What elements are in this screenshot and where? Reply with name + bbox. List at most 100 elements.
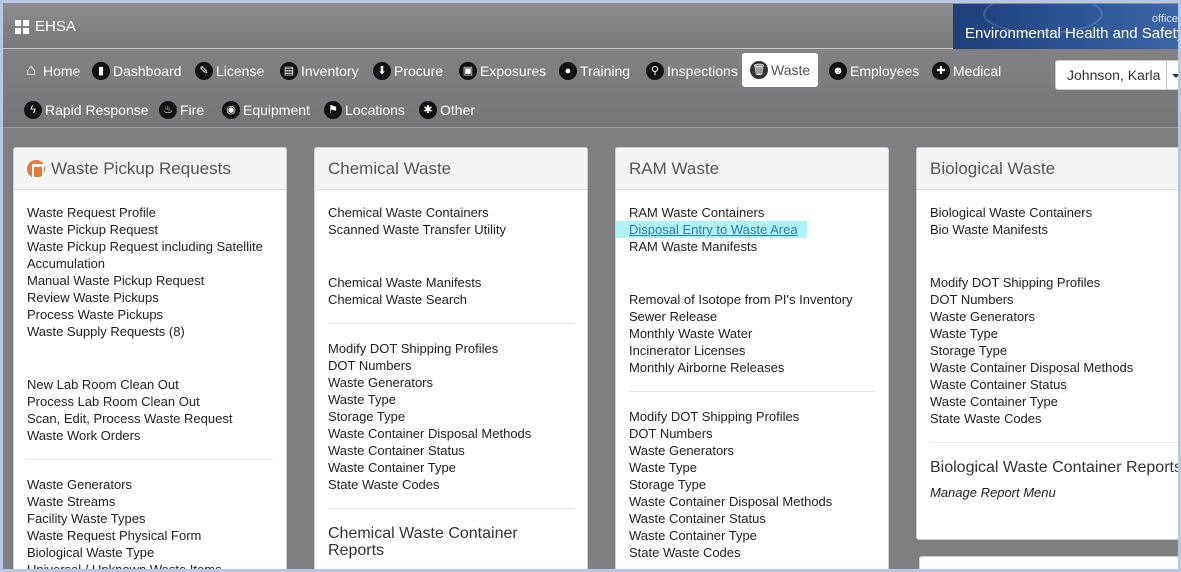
nav-home[interactable]: ⌂ Home [22, 54, 80, 88]
link-scanned-waste-transfer[interactable]: Scanned Waste Transfer Utility [328, 221, 574, 238]
link-dot-numbers[interactable]: DOT Numbers [930, 291, 1178, 308]
link-container-disposal-methods[interactable]: Waste Container Disposal Methods [629, 493, 875, 510]
link-manual-waste-pickup[interactable]: Manual Waste Pickup Request [27, 272, 273, 289]
top-bar: EHSA office Environmental Health and Saf… [3, 3, 1178, 49]
link-container-status[interactable]: Waste Container Status [629, 510, 875, 527]
nav-locations[interactable]: ⚑ Locations [324, 93, 405, 127]
link-modify-dot-shipping[interactable]: Modify DOT Shipping Profiles [328, 340, 574, 357]
link-process-waste-pickups[interactable]: Process Waste Pickups [27, 306, 273, 323]
link-process-lab-room-clean-out[interactable]: Process Lab Room Clean Out [27, 393, 273, 410]
link-waste-type[interactable]: Waste Type [328, 391, 574, 408]
app-brand[interactable]: EHSA [15, 18, 76, 35]
link-removal-of-isotope[interactable]: Removal of Isotope from PI's Inventory [629, 291, 875, 308]
link-container-disposal-methods[interactable]: Waste Container Disposal Methods [930, 359, 1178, 376]
clipboard-icon: ▣ [459, 62, 477, 80]
link-biological-waste-containers[interactable]: Biological Waste Containers [930, 204, 1178, 221]
link-state-waste-codes[interactable]: State Waste Codes [328, 476, 574, 493]
nav-training[interactable]: ● Training [559, 54, 630, 88]
link-ram-waste-manifests[interactable]: RAM Waste Manifests [629, 238, 875, 255]
plus-icon: ✚ [932, 62, 950, 80]
panel-title: Biological Waste [930, 159, 1056, 178]
link-waste-supply-requests[interactable]: Waste Supply Requests (8) [27, 323, 273, 340]
link-state-waste-codes[interactable]: State Waste Codes [930, 410, 1178, 427]
link-waste-type[interactable]: Waste Type [629, 459, 875, 476]
link-new-lab-room-clean-out[interactable]: New Lab Room Clean Out [27, 376, 273, 393]
link-universal-unknown-waste[interactable]: Universal / Unknown Waste Items [27, 561, 273, 569]
link-review-waste-pickups[interactable]: Review Waste Pickups [27, 289, 273, 306]
link-incinerator-licenses[interactable]: Incinerator Licenses [629, 342, 875, 359]
link-storage-type[interactable]: Storage Type [629, 476, 875, 493]
nav-equipment[interactable]: ◉ Equipment [222, 93, 310, 127]
nav-inspections[interactable]: ⚲ Inspections [646, 54, 738, 88]
link-disposal-entry-waste-area[interactable]: Disposal Entry to Waste Area [616, 221, 807, 238]
panel-title: RAM Waste [629, 159, 720, 178]
nav-exposures[interactable]: ▣ Exposures [459, 54, 546, 88]
link-container-type[interactable]: Waste Container Type [930, 393, 1178, 410]
trash-icon: 🗑 [750, 61, 768, 79]
link-modify-dot-shipping[interactable]: Modify DOT Shipping Profiles [629, 408, 875, 425]
link-storage-type[interactable]: Storage Type [328, 408, 574, 425]
link-sewer-release[interactable]: Sewer Release [629, 308, 875, 325]
link-biological-waste-type[interactable]: Biological Waste Type [27, 544, 273, 561]
nav-inventory[interactable]: ▤ Inventory [280, 54, 359, 88]
nav-medical[interactable]: ✚ Medical [932, 54, 1001, 88]
link-ram-waste-containers[interactable]: RAM Waste Containers [629, 204, 875, 221]
nav-waste[interactable]: 🗑 Waste [742, 53, 819, 87]
link-waste-generators[interactable]: Waste Generators [930, 308, 1178, 325]
link-dot-numbers[interactable]: DOT Numbers [328, 357, 574, 374]
link-scan-edit-process[interactable]: Scan, Edit, Process Waste Request [27, 410, 273, 427]
panel-header: Chemical Waste [315, 148, 587, 190]
link-container-disposal-methods[interactable]: Waste Container Disposal Methods [328, 425, 574, 442]
link-chemical-waste-search[interactable]: Chemical Waste Search [328, 291, 574, 308]
link-waste-pickup-satellite[interactable]: Waste Pickup Request including Satellite… [27, 238, 273, 272]
divider [629, 391, 875, 392]
lightning-icon: ϟ [24, 101, 42, 119]
panel-header: RAM Waste [616, 148, 888, 190]
link-container-status[interactable]: Waste Container Status [328, 442, 574, 459]
panel-chemical-waste: Chemical Waste Chemical Waste Containers… [314, 147, 588, 569]
link-waste-generators[interactable]: Waste Generators [629, 442, 875, 459]
link-storage-type[interactable]: Storage Type [930, 342, 1178, 359]
link-waste-request-profile[interactable]: Waste Request Profile [27, 204, 273, 221]
user-menu-button[interactable]: Johnson, Karla [1055, 60, 1178, 90]
link-chemical-waste-containers[interactable]: Chemical Waste Containers [328, 204, 574, 221]
link-monthly-waste-water[interactable]: Monthly Waste Water [629, 325, 875, 342]
link-waste-generators[interactable]: Waste Generators [328, 374, 574, 391]
link-waste-pickup-request[interactable]: Waste Pickup Request [27, 221, 273, 238]
link-waste-request-physical-form[interactable]: Waste Request Physical Form [27, 527, 273, 544]
nav-employees[interactable]: ☻ Employees [829, 54, 919, 88]
link-manage-report-menu[interactable]: Manage Report Menu [930, 484, 1178, 501]
link-modify-dot-shipping[interactable]: Modify DOT Shipping Profiles [930, 274, 1178, 291]
link-waste-work-orders[interactable]: Waste Work Orders [27, 427, 273, 444]
nav-other[interactable]: ✱ Other [419, 93, 475, 127]
link-chemical-waste-manifests[interactable]: Chemical Waste Manifests [328, 274, 574, 291]
link-monthly-airborne-releases[interactable]: Monthly Airborne Releases [629, 359, 875, 376]
link-dot-numbers[interactable]: DOT Numbers [629, 425, 875, 442]
link-container-type[interactable]: Waste Container Type [328, 459, 574, 476]
apps-grid-icon [15, 19, 29, 34]
search-icon: ⚲ [646, 62, 664, 80]
map-pin-icon: ⚑ [324, 101, 342, 119]
link-waste-streams[interactable]: Waste Streams [27, 493, 273, 510]
nav-rapid-response[interactable]: ϟ Rapid Response [24, 93, 149, 127]
panel-biological-waste: Biological Waste Biological Waste Contai… [916, 147, 1178, 540]
chevron-down-icon[interactable] [1166, 61, 1178, 89]
app-window: EHSA office Environmental Health and Saf… [0, 0, 1181, 572]
link-waste-generators[interactable]: Waste Generators [27, 476, 273, 493]
link-state-waste-codes[interactable]: State Waste Codes [629, 544, 875, 561]
nav-dashboard[interactable]: ▮ Dashboard [92, 54, 182, 88]
nav-procure[interactable]: ⬇ Procure [373, 54, 443, 88]
ehs-banner-logo: office Environmental Health and Safety [953, 4, 1178, 49]
fire-icon: ♨ [159, 101, 177, 119]
link-bio-waste-manifests[interactable]: Bio Waste Manifests [930, 221, 1178, 238]
nav-license[interactable]: ✎ License [195, 54, 264, 88]
link-facility-waste-types[interactable]: Facility Waste Types [27, 510, 273, 527]
link-container-type[interactable]: Waste Container Type [629, 527, 875, 544]
nav-fire[interactable]: ♨ Fire [159, 93, 204, 127]
panel-header: Biological Waste [917, 148, 1178, 190]
trash-icon [27, 160, 45, 179]
link-container-status[interactable]: Waste Container Status [930, 376, 1178, 393]
link-waste-type[interactable]: Waste Type [930, 325, 1178, 342]
section-title-chemical-reports: Chemical Waste Container Reports [328, 525, 518, 559]
divider [328, 323, 574, 324]
